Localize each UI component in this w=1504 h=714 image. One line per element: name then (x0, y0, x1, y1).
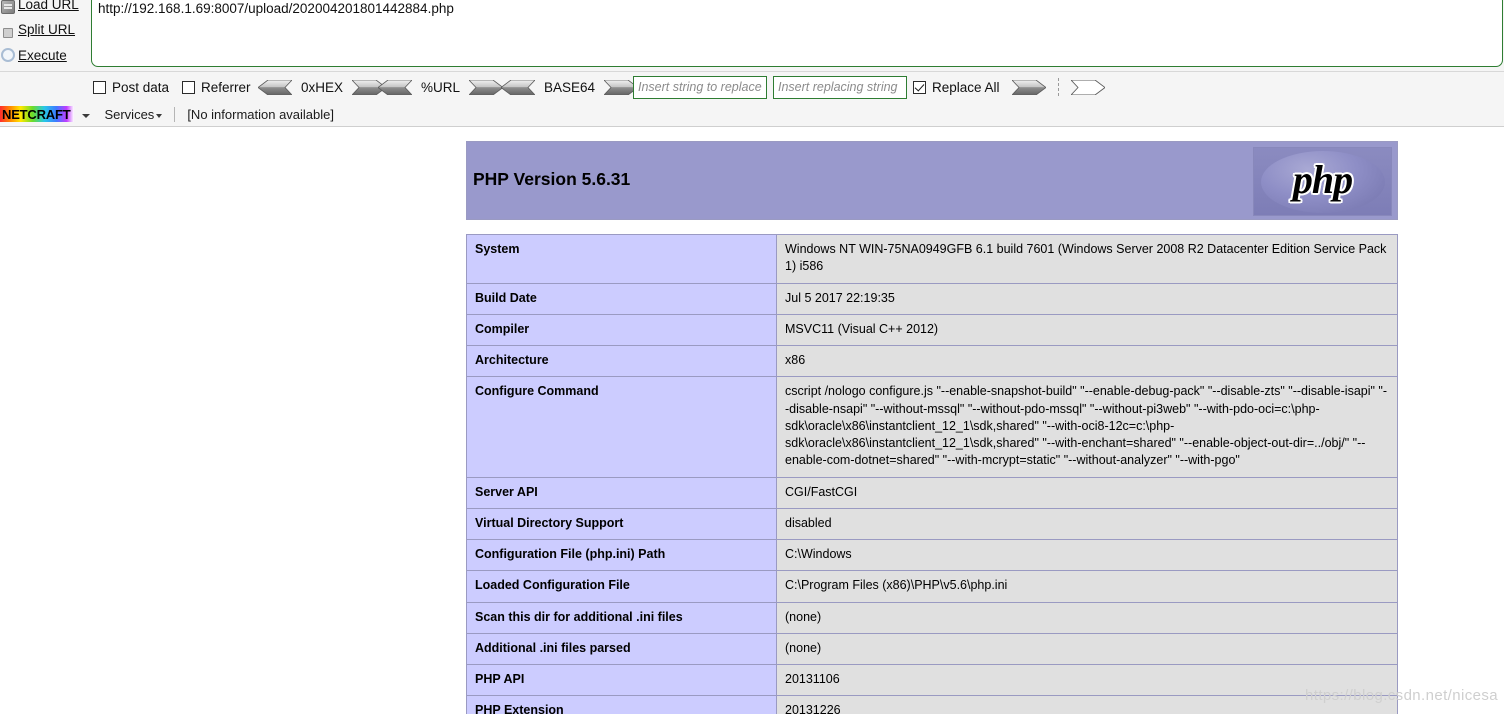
url-encode-label: %URL (421, 79, 461, 95)
split-url-button[interactable]: Split URL (18, 22, 75, 37)
table-cell-key: PHP API (466, 663, 777, 697)
phpinfo-table-body: System Windows NT WIN-75NA0949GFB 6.1 bui… (466, 234, 1398, 714)
replace-all-checkbox[interactable]: Replace All (913, 72, 1000, 102)
hackbar-options-row: Post data Referrer 0xHEX %URL BASE64 Ins… (0, 72, 1504, 102)
table-cell-value: (none) (776, 601, 1398, 634)
netcraft-services-label: Services (104, 106, 155, 122)
services-caret-icon (156, 114, 163, 118)
split-url-icon (3, 28, 13, 38)
table-cell-value: 20131226 (776, 695, 1398, 714)
table-row: Scan this dir for additional .ini files(… (466, 601, 1398, 634)
load-url-button[interactable]: Load URL (18, 0, 79, 12)
hackbar-action-column: Load URL Split URL Execute (0, 0, 88, 72)
hackbar-toolbar: Load URL Split URL Execute (0, 0, 1504, 72)
replace-apply-arrow-icon[interactable] (1011, 79, 1046, 95)
replace-undo-arrow-icon[interactable] (1070, 79, 1105, 95)
table-row: Server API CGI/FastCGI (466, 476, 1398, 509)
url-textarea-wrapper (91, 0, 1503, 67)
table-cell-key: Virtual Directory Support (466, 507, 777, 541)
netcraft-toolbar: NETCRAFT Services [No information availa… (0, 102, 1504, 127)
table-cell-key: Configure Command (466, 376, 777, 478)
hex-label: 0xHEX (301, 79, 344, 95)
replace-all-label: Replace All (932, 79, 1000, 95)
load-url-icon (1, 0, 15, 14)
php-logo-text: php (1292, 157, 1353, 202)
table-cell-value: x86 (776, 344, 1398, 378)
table-cell-value: MSVC11 (Visual C++ 2012) (776, 313, 1398, 347)
url-input[interactable] (91, 0, 1503, 67)
page-content: PHP Version 5.6.31 php System Windows NT … (0, 128, 1504, 714)
table-cell-key: Compiler (466, 313, 777, 347)
table-cell-value: Windows NT WIN-75NA0949GFB 6.1 build 760… (776, 234, 1398, 284)
table-cell-key: Loaded Configuration File (466, 570, 777, 603)
table-cell-key: Server API (466, 476, 777, 509)
referrer-checkbox[interactable]: Referrer (182, 72, 251, 102)
replace-group: Replace All (633, 72, 1105, 102)
execute-button[interactable]: Execute (18, 48, 67, 63)
netcraft-logo: NETCRAFT (0, 106, 75, 122)
replace-with-input[interactable] (773, 75, 907, 99)
table-cell-value: (none) (776, 632, 1398, 666)
table-cell-key: Configuration File (php.ini) Path (466, 538, 777, 572)
execute-label: Execute (18, 48, 67, 63)
url-encode-arrow-right-icon[interactable] (469, 79, 504, 95)
table-cell-key: System (466, 234, 777, 284)
table-row: Configuration File (php.ini) Path C:\Wind… (466, 538, 1398, 572)
table-row: PHP API 20131106 (466, 663, 1398, 697)
table-row: Loaded Configuration File C:\Program File… (466, 570, 1398, 603)
hex-encoder-group: 0xHEX (258, 72, 387, 102)
php-logo-ellipse: php (1260, 150, 1385, 213)
table-row: System Windows NT WIN-75NA0949GFB 6.1 bui… (466, 234, 1398, 284)
table-cell-key: Build Date (466, 282, 777, 315)
table-row: PHP Extension 20131226 (466, 695, 1398, 714)
url-decode-arrow-left-icon[interactable] (378, 79, 412, 95)
post-data-label: Post data (112, 79, 170, 95)
table-row: Configure Command cscript /nologo configu… (466, 376, 1398, 478)
execute-icon (1, 48, 15, 62)
post-data-checkbox-box[interactable] (93, 80, 106, 94)
referrer-label: Referrer (201, 79, 251, 95)
netcraft-separator (174, 106, 176, 122)
replace-all-checkbox-box[interactable] (913, 80, 926, 94)
table-cell-value: C:\Program Files (x86)\PHP\v5.6\php.ini (776, 570, 1398, 603)
phpinfo-container: PHP Version 5.6.31 php System Windows NT … (466, 141, 1398, 714)
netcraft-dropdown-caret-icon[interactable] (82, 113, 91, 118)
php-version-title: PHP Version 5.6.31 (473, 169, 631, 189)
load-url-label: Load URL (18, 0, 79, 12)
netcraft-status-text: [No information available] (187, 106, 335, 122)
table-cell-value: Jul 5 2017 22:19:35 (776, 282, 1398, 315)
table-cell-value: cscript /nologo configure.js "--enable-s… (776, 376, 1398, 478)
split-url-label: Split URL (18, 22, 76, 37)
table-cell-value: CGI/FastCGI (776, 476, 1398, 509)
table-row: Build Date Jul 5 2017 22:19:35 (466, 282, 1398, 315)
table-cell-key: Scan this dir for additional .ini files (466, 601, 777, 634)
hex-decode-arrow-left-icon[interactable] (258, 79, 292, 95)
table-cell-value: C:\Windows (776, 538, 1398, 572)
toolbar-divider (1057, 78, 1059, 96)
replace-search-input[interactable] (633, 75, 767, 99)
table-row: Virtual Directory Support disabled (466, 507, 1398, 541)
phpinfo-table: System Windows NT WIN-75NA0949GFB 6.1 bui… (466, 234, 1398, 714)
table-cell-key: PHP Extension (466, 695, 777, 714)
netcraft-services-menu[interactable]: Services (104, 106, 163, 122)
post-data-checkbox[interactable]: Post data (93, 72, 169, 102)
phpinfo-header: PHP Version 5.6.31 php (466, 141, 1398, 220)
base64-encoder-group: BASE64 (501, 72, 639, 102)
table-row: Architecture x86 (466, 344, 1398, 378)
base64-label: BASE64 (544, 79, 596, 95)
url-encoder-group: %URL (378, 72, 504, 102)
php-logo: php (1253, 147, 1392, 216)
table-cell-value: disabled (776, 507, 1398, 541)
base64-decode-arrow-left-icon[interactable] (501, 79, 535, 95)
table-cell-key: Architecture (466, 344, 777, 378)
table-row: Compiler MSVC11 (Visual C++ 2012) (466, 313, 1398, 347)
table-cell-value: 20131106 (776, 663, 1398, 697)
table-cell-key: Additional .ini files parsed (466, 632, 777, 666)
referrer-checkbox-box[interactable] (182, 80, 195, 94)
table-row: Additional .ini files parsed (none) (466, 632, 1398, 666)
